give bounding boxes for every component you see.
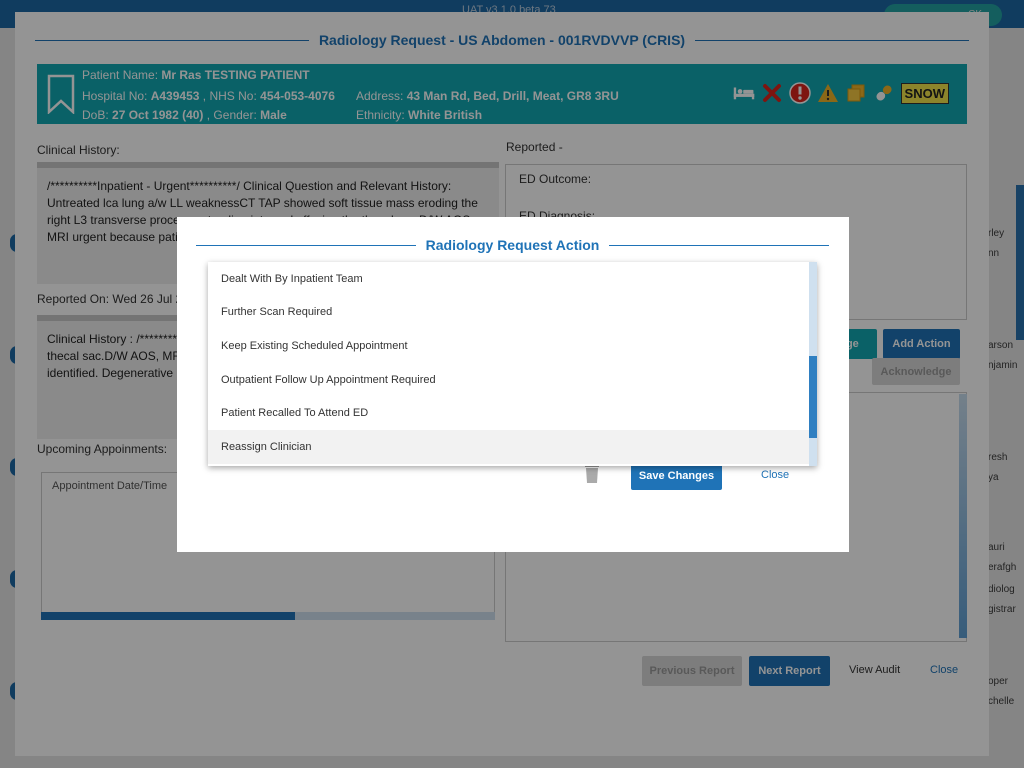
dialog-title: Radiology Request Action [425,237,600,253]
title-divider [609,244,829,246]
dialog-title-row: Radiology Request Action [196,235,829,255]
dropdown-option-highlighted[interactable]: Reassign Clinician [208,429,817,464]
radiology-request-action-dialog: Radiology Request Action Save Changes Cl… [177,217,849,552]
dropdown-option[interactable]: Outpatient Follow Up Appointment Require… [208,363,817,397]
dropdown-option[interactable]: Patient Recalled To Attend ED [208,396,817,430]
dropdown-option[interactable]: Dealt With By Inpatient Team [208,262,817,296]
title-divider [196,244,416,246]
dialog-close-link[interactable]: Close [761,469,789,481]
dropdown-scrollbar-thumb[interactable] [809,356,817,438]
dropdown-option[interactable]: Keep Existing Scheduled Appointment [208,329,817,363]
action-dropdown-list[interactable]: Dealt With By Inpatient Team Further Sca… [208,262,817,466]
dropdown-option[interactable]: Further Scan Required [208,296,817,330]
